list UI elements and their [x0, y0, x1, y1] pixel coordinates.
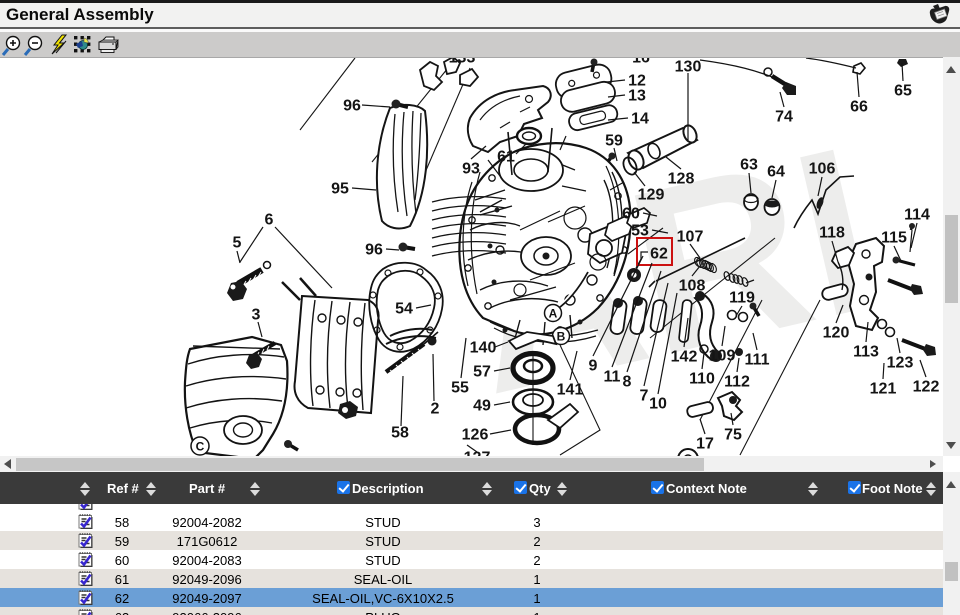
svg-text:B: B	[557, 330, 566, 344]
svg-text:95: 95	[331, 181, 349, 198]
svg-text:11: 11	[604, 369, 621, 386]
svg-text:115: 115	[881, 230, 907, 247]
svg-text:54: 54	[395, 301, 413, 318]
svg-text:2: 2	[431, 401, 440, 418]
svg-text:7: 7	[640, 388, 649, 405]
svg-text:96: 96	[365, 242, 383, 259]
svg-text:142: 142	[671, 349, 698, 366]
svg-text:3: 3	[252, 307, 261, 324]
svg-text:59: 59	[605, 133, 623, 150]
svg-text:58: 58	[391, 425, 409, 442]
svg-text:141: 141	[557, 382, 584, 399]
svg-text:113: 113	[853, 344, 879, 361]
svg-text:8: 8	[623, 374, 632, 391]
svg-text:74: 74	[775, 109, 793, 126]
svg-text:61: 61	[497, 149, 515, 166]
svg-text:64: 64	[767, 164, 785, 181]
svg-text:62: 62	[650, 246, 668, 263]
svg-text:57: 57	[473, 364, 491, 381]
svg-text:111: 111	[745, 352, 770, 369]
svg-text:5: 5	[233, 235, 242, 252]
svg-text:121: 121	[870, 381, 897, 398]
svg-text:17: 17	[696, 436, 714, 453]
svg-text:63: 63	[740, 157, 758, 174]
svg-text:123: 123	[887, 355, 914, 372]
svg-text:13: 13	[628, 88, 646, 105]
svg-text:10: 10	[649, 396, 667, 413]
svg-text:66: 66	[850, 99, 868, 116]
svg-text:118: 118	[819, 225, 845, 242]
svg-text:107: 107	[677, 229, 704, 246]
svg-text:C: C	[196, 440, 205, 454]
svg-text:110: 110	[689, 371, 715, 388]
svg-text:108: 108	[679, 278, 706, 295]
svg-text:128: 128	[668, 171, 695, 188]
svg-text:140: 140	[470, 340, 497, 357]
svg-text:49: 49	[473, 398, 491, 415]
svg-text:112: 112	[724, 374, 750, 391]
svg-text:75: 75	[724, 427, 742, 444]
svg-text:129: 129	[638, 187, 665, 204]
svg-text:109: 109	[709, 348, 736, 365]
svg-text:119: 119	[729, 290, 755, 307]
svg-text:122: 122	[913, 379, 940, 396]
svg-text:120: 120	[823, 325, 850, 342]
svg-text:126: 126	[462, 427, 489, 444]
svg-text:6: 6	[265, 212, 274, 229]
svg-text:114: 114	[904, 207, 930, 224]
svg-text:53: 53	[631, 223, 649, 240]
svg-text:14: 14	[631, 111, 649, 128]
svg-text:60: 60	[622, 206, 640, 223]
svg-text:9: 9	[589, 358, 598, 375]
svg-text:96: 96	[343, 98, 361, 115]
svg-text:130: 130	[675, 59, 702, 76]
svg-text:65: 65	[894, 83, 912, 100]
svg-text:55: 55	[451, 380, 469, 397]
svg-text:93: 93	[462, 161, 480, 178]
svg-text:A: A	[549, 307, 558, 321]
svg-text:106: 106	[809, 161, 836, 178]
